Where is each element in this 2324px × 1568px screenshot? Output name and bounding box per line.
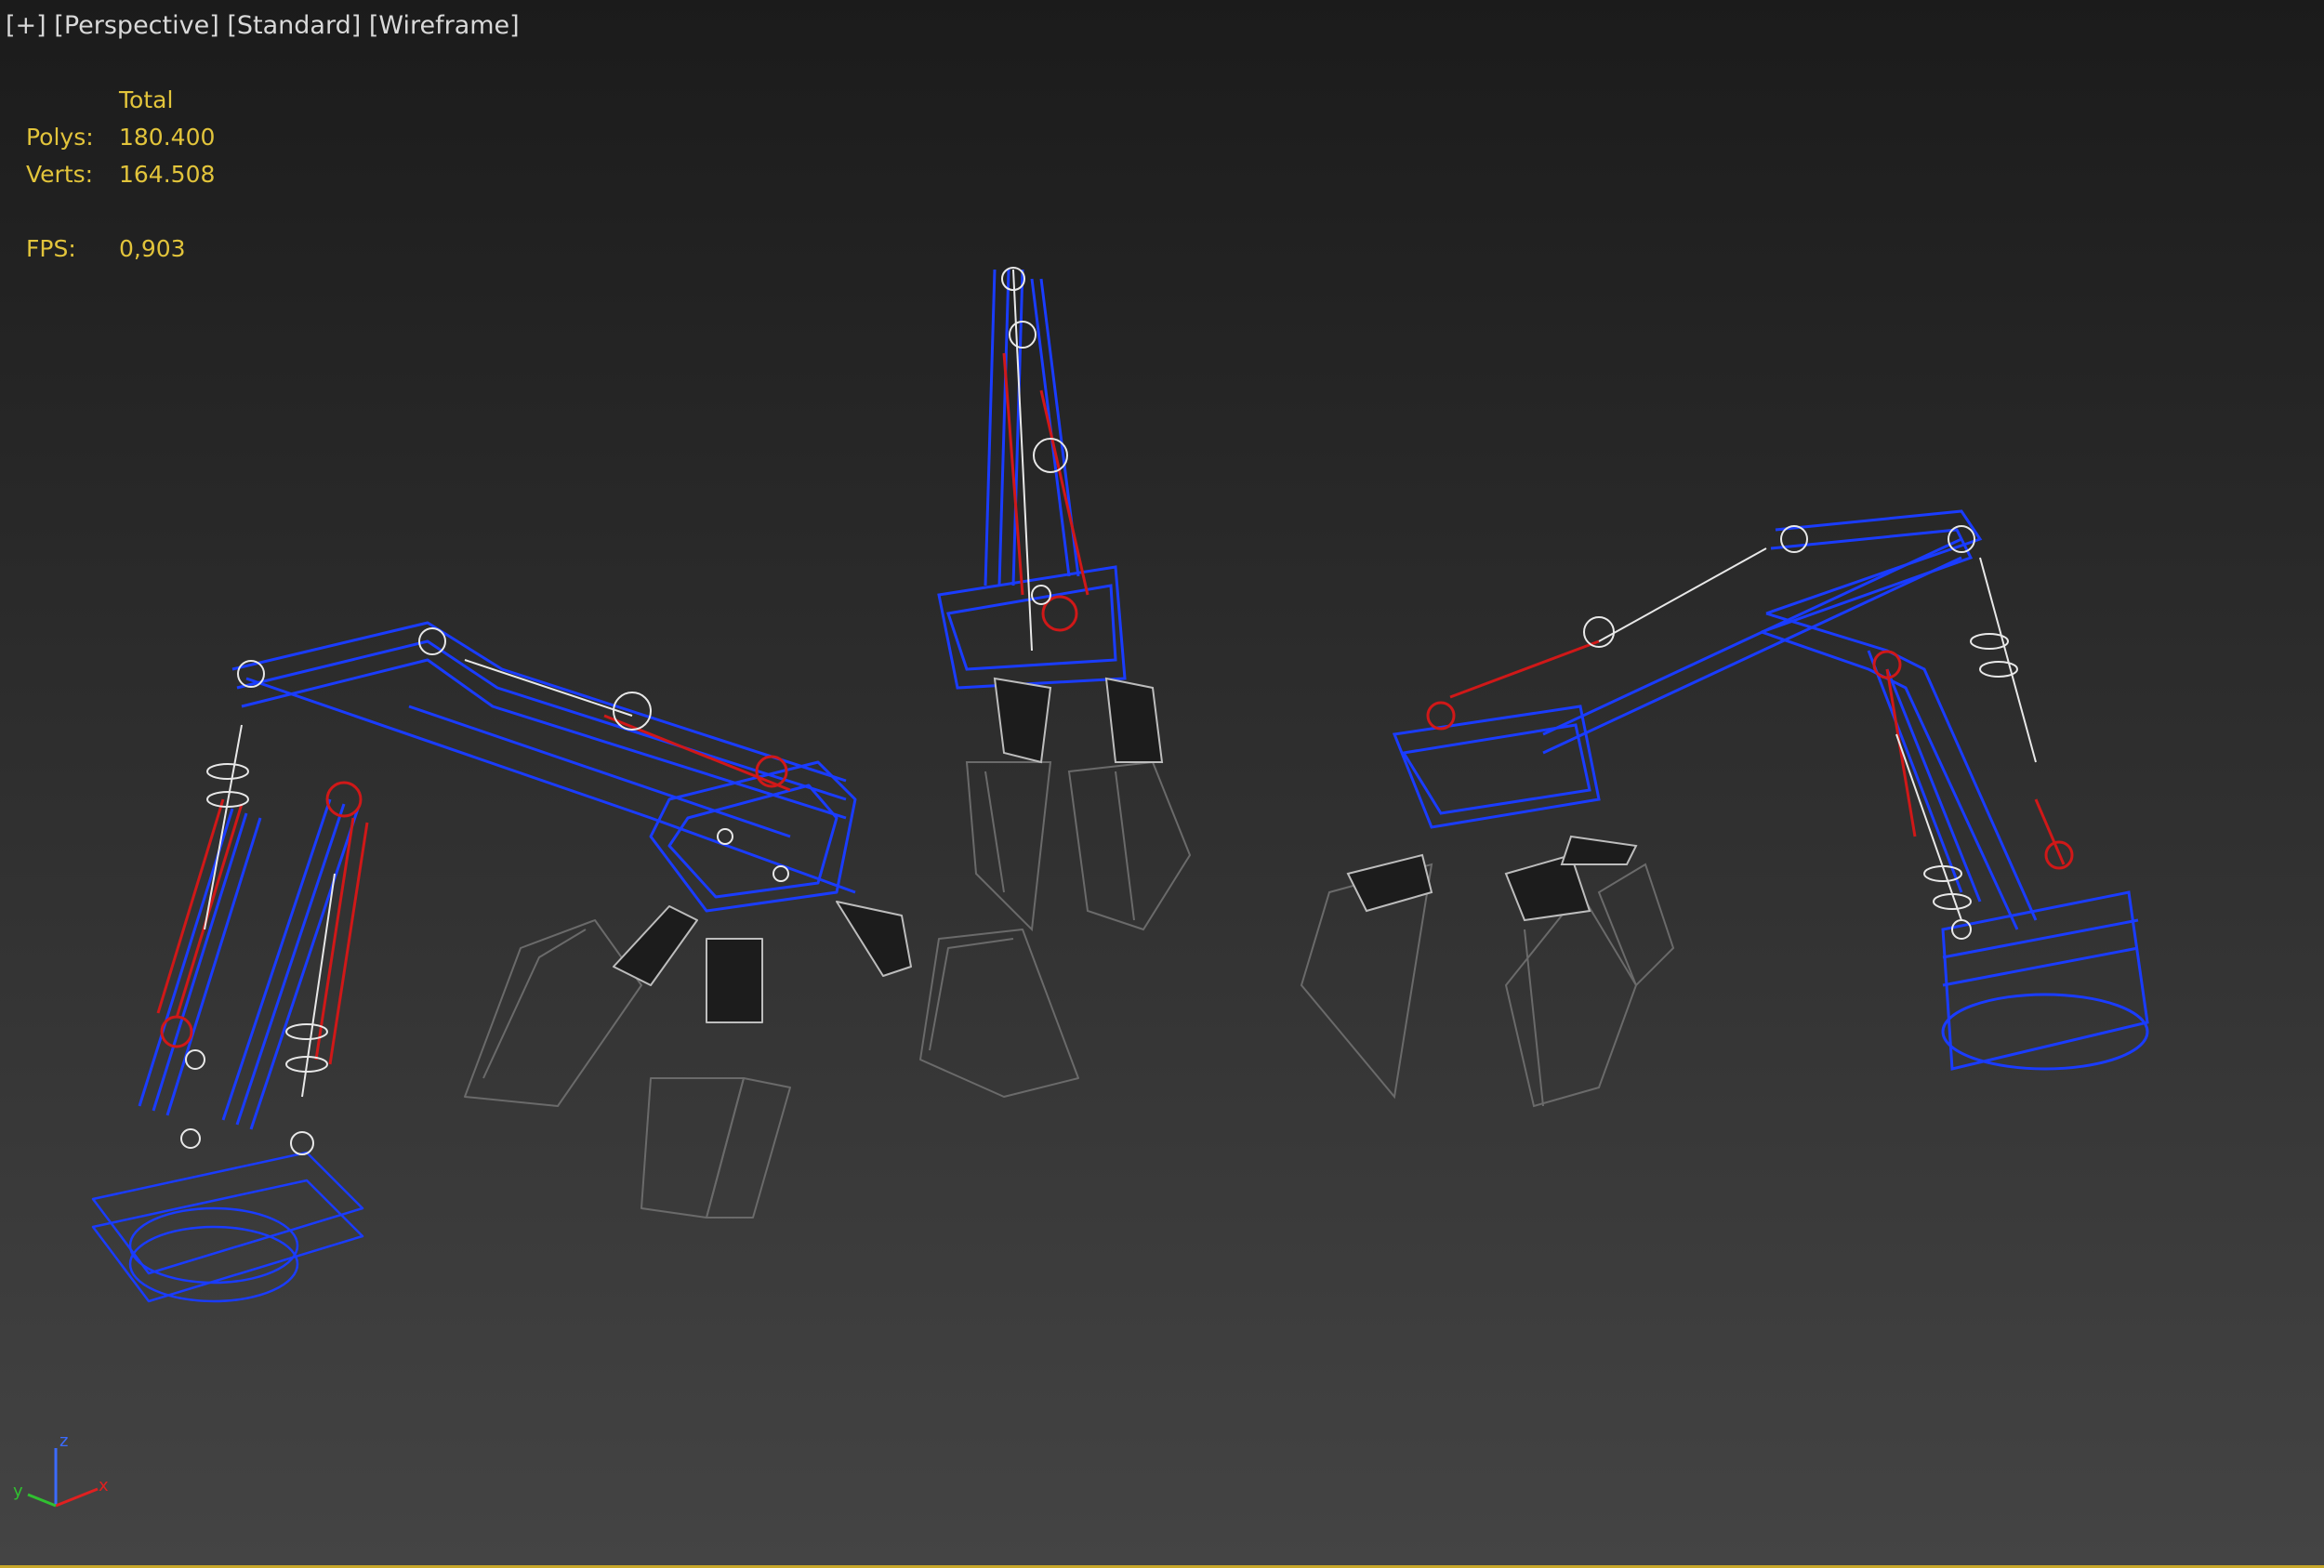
axis-gizmo: z x y [13, 1431, 109, 1508]
robot-arm-right[interactable] [1300, 509, 2149, 1108]
viewport-scene[interactable] [0, 0, 2324, 1568]
axis-x-label: x [99, 1476, 109, 1496]
axis-z-label: z [59, 1431, 68, 1451]
axis-y-label: y [13, 1482, 23, 1501]
robot-arm-left[interactable] [91, 621, 1079, 1303]
robot-arm-center[interactable] [937, 267, 1192, 932]
